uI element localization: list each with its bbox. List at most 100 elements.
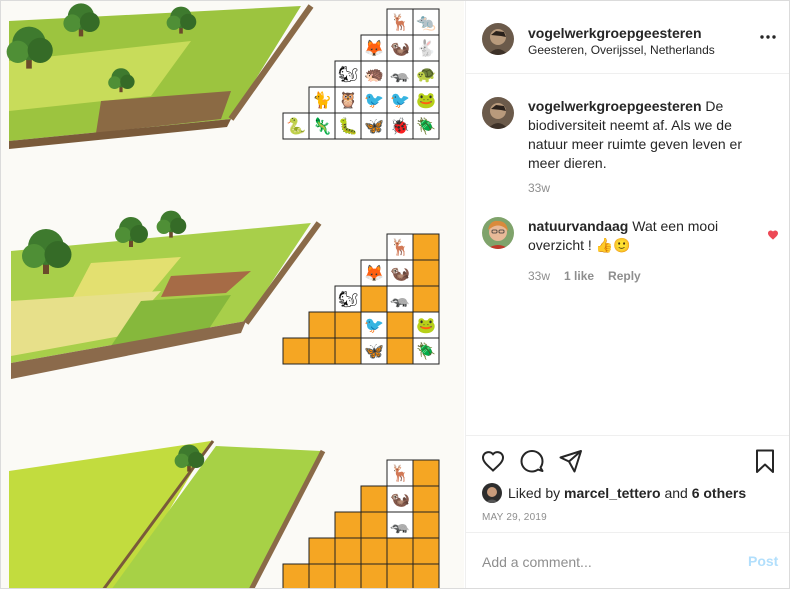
animal-icon: 🐦 xyxy=(364,316,384,335)
grid-cell xyxy=(360,511,388,539)
animal-icon: 🦌 xyxy=(390,464,410,483)
tree-crown xyxy=(166,15,181,30)
animal-icon: 🐈 xyxy=(312,91,332,110)
grid-cell xyxy=(412,511,440,539)
post-button[interactable]: Post xyxy=(748,553,778,569)
author-avatar[interactable] xyxy=(482,23,514,55)
caption-meta: 33w xyxy=(528,181,564,195)
grid-cell xyxy=(412,563,440,588)
animal-icon: 🐇 xyxy=(416,39,436,58)
grid-cell xyxy=(308,563,336,588)
grid-cell xyxy=(412,537,440,565)
reply-button[interactable]: Reply xyxy=(608,269,641,283)
grid-cell xyxy=(412,485,440,513)
heart-filled-icon[interactable] xyxy=(767,229,779,241)
grid-cell xyxy=(360,563,388,588)
tree-crown xyxy=(22,244,46,268)
post-header: vogelwerkgroepgeesteren Geesteren, Overi… xyxy=(466,1,789,74)
grid-cell xyxy=(334,337,362,365)
animal-icon: 🦊 xyxy=(364,264,384,283)
liker-avatar[interactable] xyxy=(482,483,502,503)
comment-meta: 33w 1 like Reply xyxy=(528,269,655,283)
tree-crown xyxy=(156,219,171,234)
tree-crown xyxy=(27,37,53,64)
grid-cell xyxy=(334,563,362,588)
caption-text: vogelwerkgroepgeesteren De biodiversitei… xyxy=(528,97,773,173)
tree-crown xyxy=(188,451,205,468)
tree-crown xyxy=(174,453,189,468)
grid-cell xyxy=(386,537,414,565)
liked-user[interactable]: marcel_tettero xyxy=(564,485,661,501)
animal-icon: 🦡 xyxy=(390,516,410,535)
animal-icon: 🦡 xyxy=(390,65,410,84)
animal-icon: 🦋 xyxy=(364,117,384,136)
biodiversity-illustration: 🦌 🐀 🦊 🦦 🐇 🐿 🦔 🦡 🐢 🐈 🦉 🐦 🐦 🐸 🐍 🦎 🐛 🦋 🐞 🪲 🦌 🦊 🦦 🐿 🦡 🐦 🐸 🦋 🪲 🦌 🦦 🦡 xyxy=(6,3,440,588)
grid-cell xyxy=(412,459,440,487)
animal-icon: 🦦 xyxy=(390,264,410,283)
tree-crown xyxy=(180,13,197,30)
comment-likes[interactable]: 1 like xyxy=(564,269,594,283)
liked-joiner: and xyxy=(664,485,688,501)
post-date[interactable]: MAY 29, 2019 xyxy=(482,512,547,523)
grid-cell xyxy=(360,485,388,513)
commenter-avatar[interactable] xyxy=(482,217,514,249)
comment-username[interactable]: natuurvandaag xyxy=(528,218,628,234)
tree-crown xyxy=(6,40,30,63)
animal-icon: 🦌 xyxy=(390,13,410,32)
animal-icon: 🐀 xyxy=(416,13,436,32)
tree-crown xyxy=(170,217,187,234)
animal-icon: 🐢 xyxy=(416,65,436,84)
comment-bubble-icon[interactable] xyxy=(519,448,545,474)
animal-icon: 🐦 xyxy=(390,91,410,110)
grid-cell xyxy=(386,311,414,339)
animal-icon: 🐸 xyxy=(416,316,436,335)
grid-cell xyxy=(282,337,310,365)
animal-icon: 🦉 xyxy=(338,91,358,110)
grid-cell xyxy=(360,285,388,313)
grid-cell xyxy=(386,337,414,365)
comments-list: vogelwerkgroepgeesteren De biodiversitei… xyxy=(466,75,789,435)
liked-by-text: Liked by marcel_tettero and 6 others xyxy=(508,485,746,501)
more-options-icon[interactable] xyxy=(758,29,778,45)
tree-crown xyxy=(108,76,121,89)
grid-cell xyxy=(308,337,336,365)
author-username[interactable]: vogelwerkgroepgeesteren xyxy=(528,25,702,41)
animal-icon: 🐿 xyxy=(338,290,358,309)
grid-cell xyxy=(308,311,336,339)
animal-icon: 🐦 xyxy=(364,91,384,110)
animal-icon: 🐸 xyxy=(416,91,436,110)
comment-time[interactable]: 33w xyxy=(528,269,550,283)
animal-icon: 🐿 xyxy=(338,65,358,84)
animal-icon: 🦎 xyxy=(312,117,332,136)
comment-text: natuurvandaag Wat een mooi overzicht ! 👍… xyxy=(528,217,773,255)
post-location[interactable]: Geesteren, Overijssel, Netherlands xyxy=(528,43,715,57)
animal-icon: 🐍 xyxy=(286,117,306,136)
tree-crown xyxy=(115,227,131,243)
animal-icon: 🐞 xyxy=(390,117,410,136)
instagram-post: 🦌 🐀 🦊 🦦 🐇 🐿 🦔 🦡 🐢 🐈 🦉 🐦 🐦 🐸 🐍 🦎 🐛 🦋 🐞 🪲 🦌 🦊 🦦 🐿 🦡 🐦 🐸 🦋 🪲 🦌 🦦 🦡 vogelwe… xyxy=(0,0,790,589)
grid-cell xyxy=(334,311,362,339)
animal-icon: 🪲 xyxy=(416,117,436,136)
caption-avatar[interactable] xyxy=(482,97,514,129)
comment-input[interactable] xyxy=(482,551,732,573)
animal-icon: 🦊 xyxy=(364,39,384,58)
liked-others[interactable]: 6 others xyxy=(692,485,746,501)
animal-icon: 🦦 xyxy=(390,490,410,509)
heart-icon[interactable] xyxy=(480,448,506,474)
bookmark-icon[interactable] xyxy=(752,448,778,474)
post-image[interactable]: 🦌 🐀 🦊 🦦 🐇 🐿 🦔 🦡 🐢 🐈 🦉 🐦 🐦 🐸 🐍 🦎 🐛 🦋 🐞 🪲 🦌 🦊 🦦 🐿 🦡 🐦 🐸 🦋 🪲 🦌 🦦 🦡 xyxy=(1,1,464,588)
post-actions: Liked by marcel_tettero and 6 others MAY… xyxy=(466,435,789,531)
grid-cell xyxy=(412,233,440,261)
animal-icon: 🦌 xyxy=(390,238,410,257)
animal-icon: 🪲 xyxy=(416,342,436,361)
caption-username[interactable]: vogelwerkgroepgeesteren xyxy=(528,98,702,114)
caption-time[interactable]: 33w xyxy=(528,181,550,195)
grid-cell xyxy=(334,511,362,539)
animal-icon: 🦋 xyxy=(364,342,384,361)
paper-plane-icon[interactable] xyxy=(558,448,584,474)
grid-cell xyxy=(360,537,388,565)
tree-crown xyxy=(120,74,135,90)
animal-icon: 🦔 xyxy=(364,65,384,84)
grid-cell xyxy=(412,285,440,313)
animal-icon: 🦡 xyxy=(390,290,410,309)
